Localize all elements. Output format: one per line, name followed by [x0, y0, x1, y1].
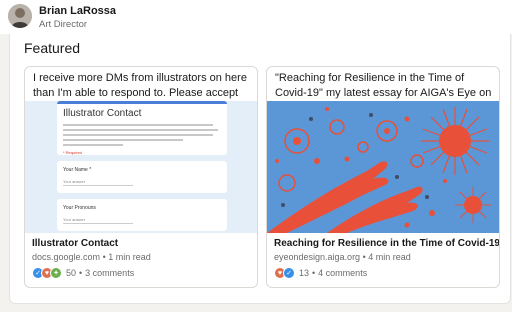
- card-title[interactable]: Reaching for Resilience in the Time of C…: [274, 238, 499, 249]
- dot-separator: •: [102, 252, 106, 262]
- featured-title: Featured: [24, 40, 81, 56]
- form-question-name: Your Name * Your answer: [57, 161, 227, 193]
- covid-illustration: [267, 101, 499, 233]
- comments-count[interactable]: 3 comments: [85, 268, 134, 278]
- card-source: eyeondesign.aiga.org: [274, 252, 361, 262]
- dot-separator: •: [312, 268, 316, 278]
- featured-section: Featured I receive more DMs from illustr…: [9, 34, 511, 304]
- card-description: "Reaching for Resilience in the Time of …: [275, 72, 492, 99]
- dot-separator: •: [79, 268, 83, 278]
- featured-card-resilience-essay[interactable]: "Reaching for Resilience in the Time of …: [266, 66, 500, 288]
- card-image-covid-illustration[interactable]: [267, 101, 499, 233]
- dot-separator: •: [362, 252, 366, 262]
- comments-count[interactable]: 4 comments: [318, 268, 367, 278]
- form-title: Illustrator Contact: [63, 108, 142, 119]
- card-title[interactable]: Illustrator Contact: [32, 238, 118, 249]
- form-answer-placeholder: Your answer: [63, 217, 86, 222]
- form-answer-rule: [63, 185, 133, 186]
- celebrate-icon: ✦: [50, 267, 62, 279]
- card-social-counts: ♥ ✓ 13 • 4 comments: [274, 266, 367, 280]
- featured-card-illustrator-contact[interactable]: I receive more DMs from illustrators on …: [24, 66, 258, 288]
- reactions-count[interactable]: 50: [66, 268, 76, 278]
- card-description: I receive more DMs from illustrators on …: [33, 72, 247, 99]
- profile-name[interactable]: Brian LaRossa: [39, 5, 116, 17]
- form-question-label: Your Pronouns: [63, 205, 96, 211]
- card-image-form-preview[interactable]: Illustrator Contact * Required Your Name…: [25, 101, 257, 233]
- form-answer-rule: [63, 223, 133, 224]
- form-question-label: Your Name *: [63, 167, 92, 173]
- card-source: docs.google.com: [32, 252, 101, 262]
- form-question-pronouns: Your Pronouns Your answer: [57, 199, 227, 231]
- form-text-line: [63, 139, 183, 141]
- card-read-time: 1 min read: [108, 252, 151, 262]
- card-read-time: 4 min read: [368, 252, 411, 262]
- like-icon: ✓: [283, 267, 295, 279]
- form-header: Illustrator Contact * Required: [57, 101, 227, 155]
- form-text-line: [63, 144, 123, 146]
- card-meta: eyeondesign.aiga.org • 4 min read: [274, 252, 411, 262]
- form-answer-placeholder: Your answer: [63, 179, 86, 184]
- card-meta: docs.google.com • 1 min read: [32, 252, 151, 262]
- profile-header: Brian LaRossa Art Director: [0, 0, 512, 34]
- card-social-counts: ✓ ♥ ✦ 50 • 3 comments: [32, 266, 134, 280]
- form-preview: Illustrator Contact * Required Your Name…: [57, 101, 227, 233]
- profile-role: Art Director: [39, 19, 88, 30]
- avatar[interactable]: [8, 4, 32, 28]
- reactions-count[interactable]: 13: [299, 268, 309, 278]
- form-text-line: [63, 129, 218, 131]
- form-required-note: * Required: [63, 150, 82, 155]
- form-text-line: [63, 124, 213, 126]
- form-text-line: [63, 134, 213, 136]
